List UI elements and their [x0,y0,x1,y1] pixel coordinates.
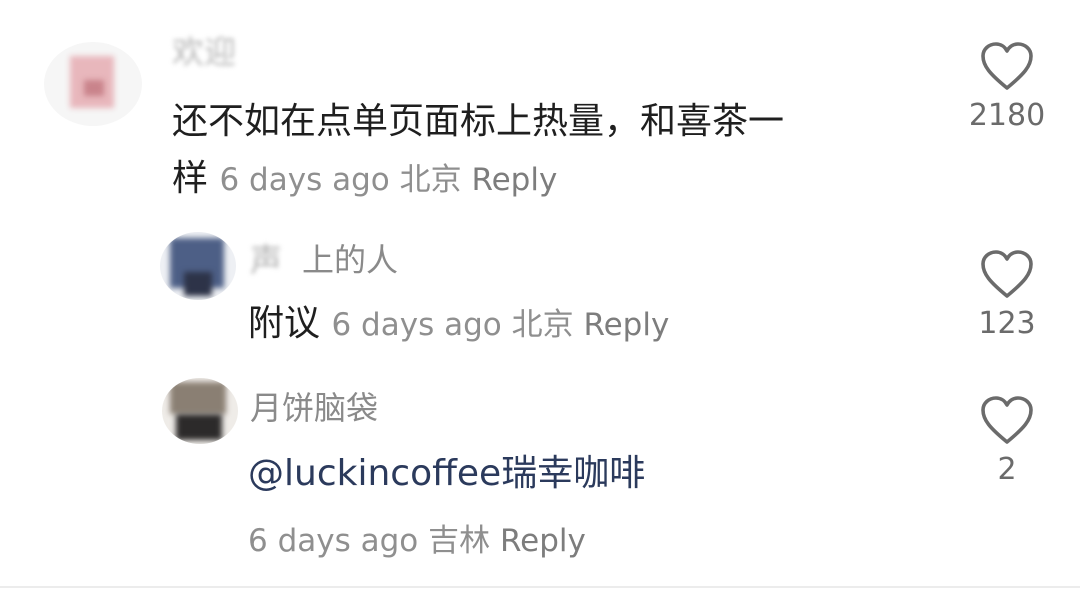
comment-location: 吉林 [428,523,491,559]
comment-location: 北京 [399,162,462,198]
like-button[interactable]: 2 [952,396,1062,490]
like-button[interactable]: 123 [952,250,1062,344]
comment-meta: 6 days ago 吉林 Reply [248,523,586,559]
like-count: 2180 [968,98,1046,133]
comment-text: 附议 [248,303,321,344]
comment-meta: 6 days ago 北京 Reply [331,307,669,343]
avatar[interactable] [44,42,142,126]
like-button[interactable]: 2180 [952,42,1062,136]
comment-text-meta-line: 样 6 days ago 北京 Reply [172,155,557,204]
mention-link[interactable]: @luckincoffee瑞幸咖啡 [248,453,645,494]
comment-username[interactable]: 声上的人 [250,240,398,280]
comment-time: 6 days ago [248,523,419,559]
reply-button[interactable]: Reply [583,307,669,343]
comment-meta-line: 6 days ago 吉林 Reply [248,516,586,565]
like-count: 2 [997,452,1017,487]
reply-button[interactable]: Reply [500,523,586,559]
comment-meta: 6 days ago 北京 Reply [219,162,557,198]
comment-mention-line: @luckincoffee瑞幸咖啡 [248,450,645,498]
comment-time: 6 days ago [219,162,390,198]
comment-time: 6 days ago [331,307,502,343]
reply-button[interactable]: Reply [471,162,557,198]
comment-location: 北京 [511,307,574,343]
divider [0,586,1080,588]
heart-icon [981,250,1033,298]
like-count: 123 [978,306,1036,341]
comment-thread: 欢迎 还不如在点单页面标上热量，和喜茶一 样 6 days ago 北京 Rep… [0,0,1080,594]
comment-username[interactable]: 月饼脑袋 [250,388,378,428]
comment-text: 还不如在点单页面标上热量，和喜茶一 [172,98,784,146]
heart-icon [981,42,1033,90]
heart-icon [981,396,1033,444]
comment-text-line: 样 [172,158,209,199]
comment-username[interactable]: 欢迎 [172,32,236,72]
avatar[interactable] [160,232,236,300]
comment-text-line: 还不如在点单页面标上热量，和喜茶一 [172,101,785,142]
comment-text-meta-line: 附议 6 days ago 北京 Reply [248,300,669,349]
avatar[interactable] [162,378,238,444]
